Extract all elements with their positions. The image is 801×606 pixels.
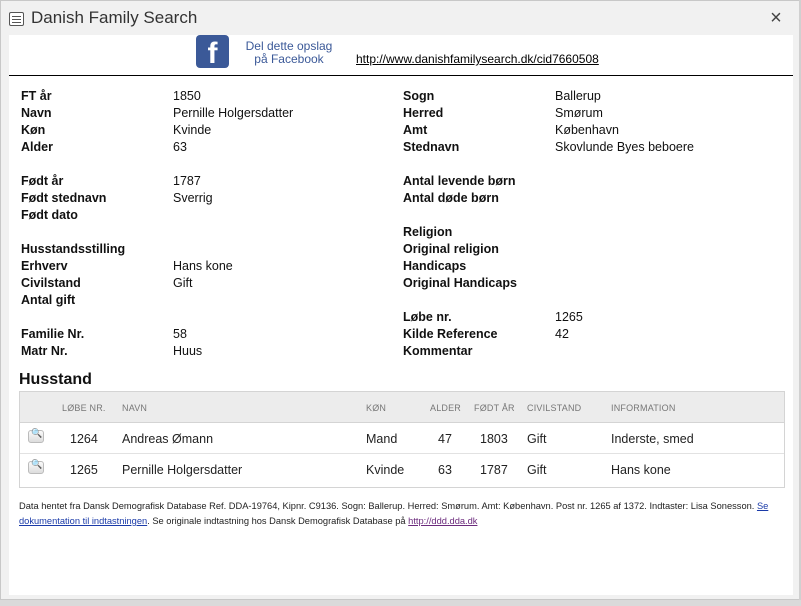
field-label: Familie Nr. bbox=[21, 327, 85, 341]
field-value: Pernille Holgersdatter bbox=[173, 106, 294, 120]
view-record-button[interactable]: 🔍 bbox=[28, 459, 44, 474]
field-label: Løbe nr. bbox=[403, 310, 452, 324]
cell-lobe-nr: 1264 bbox=[70, 432, 98, 446]
field-label: Antal gift bbox=[21, 293, 76, 307]
column-header-alder[interactable]: ALDER bbox=[430, 403, 461, 413]
field-value: 42 bbox=[555, 327, 569, 341]
field-value: Hans kone bbox=[173, 259, 233, 273]
magnifier-icon: 🔍 bbox=[31, 459, 43, 469]
column-header-fodt-ar[interactable]: FØDT ÅR bbox=[474, 403, 515, 413]
permalink-link[interactable]: http://www.danishfamilysearch.dk/cid7660… bbox=[356, 52, 599, 66]
field-value: Skovlunde Byes beboere bbox=[555, 140, 694, 154]
field-value: Sverrig bbox=[173, 191, 213, 205]
field-label: Handicaps bbox=[403, 259, 467, 273]
household-heading: Husstand bbox=[19, 371, 92, 388]
cell-information: Hans kone bbox=[611, 463, 671, 477]
field-label: Navn bbox=[21, 106, 52, 120]
record-dialog: Danish Family Search × f Del dette opsla… bbox=[0, 0, 800, 600]
source-note-text: Data hentet fra Dansk Demografisk Databa… bbox=[19, 501, 757, 511]
table-row[interactable]: 🔍 1264 Andreas Ømann Mand 47 1803 Gift I… bbox=[20, 423, 784, 454]
field-label: Kommentar bbox=[403, 344, 473, 358]
column-header-information[interactable]: INFORMATION bbox=[611, 403, 676, 413]
field-value: 1850 bbox=[173, 89, 201, 103]
field-label: Stednavn bbox=[403, 140, 460, 154]
column-header-lobe-nr[interactable]: LØBE NR. bbox=[62, 403, 106, 413]
view-record-button[interactable]: 🔍 bbox=[28, 428, 44, 443]
field-label: Husstandsstilling bbox=[21, 242, 126, 256]
window-title: Danish Family Search bbox=[31, 8, 198, 27]
cell-alder: 63 bbox=[438, 463, 452, 477]
facebook-share-link[interactable]: Del dette opslag på Facebook bbox=[237, 40, 341, 66]
field-label: Amt bbox=[403, 123, 428, 137]
field-label: Køn bbox=[21, 123, 46, 137]
source-note-text-2: . Se originale indtastning hos Dansk Dem… bbox=[147, 516, 409, 526]
field-label: Antal døde børn bbox=[403, 191, 499, 205]
field-label: Antal levende børn bbox=[403, 174, 516, 188]
column-header-kon[interactable]: KØN bbox=[366, 403, 386, 413]
cell-lobe-nr: 1265 bbox=[70, 463, 98, 477]
document-icon bbox=[9, 12, 24, 26]
field-label: Sogn bbox=[403, 89, 435, 103]
cell-fodt-ar: 1803 bbox=[480, 432, 508, 446]
column-header-civilstand[interactable]: CIVILSTAND bbox=[527, 403, 581, 413]
household-table: LØBE NR. NAVN KØN ALDER FØDT ÅR CIVILSTA… bbox=[19, 391, 785, 488]
facebook-share-line2: på Facebook bbox=[254, 52, 324, 66]
cell-kon: Mand bbox=[366, 432, 398, 446]
field-label: Født dato bbox=[21, 208, 78, 222]
field-label: Født år bbox=[21, 174, 64, 188]
source-note: Data hentet fra Dansk Demografisk Databa… bbox=[19, 499, 787, 529]
field-value: Smørum bbox=[555, 106, 603, 120]
cell-fodt-ar: 1787 bbox=[480, 463, 508, 477]
field-value: 1265 bbox=[555, 310, 583, 324]
cell-navn: Andreas Ømann bbox=[122, 432, 214, 446]
ddd-link[interactable]: http://ddd.dda.dk bbox=[408, 516, 477, 526]
table-row[interactable]: 🔍 1265 Pernille Holgersdatter Kvinde 63 … bbox=[20, 454, 784, 485]
dialog-content: f Del dette opslag på Facebook http://ww… bbox=[9, 35, 793, 595]
cell-information: Inderste, smed bbox=[611, 432, 694, 446]
close-button[interactable]: × bbox=[765, 7, 787, 29]
field-label: Matr Nr. bbox=[21, 344, 68, 358]
field-label: Herred bbox=[403, 106, 444, 120]
field-label: Original Handicaps bbox=[403, 276, 517, 290]
field-value: 63 bbox=[173, 140, 187, 154]
magnifier-icon: 🔍 bbox=[31, 428, 43, 438]
window-bottom-strip bbox=[0, 600, 801, 606]
field-label: Religion bbox=[403, 225, 453, 239]
title-bar: Danish Family Search × bbox=[1, 1, 799, 35]
field-value: Huus bbox=[173, 344, 203, 358]
cell-civilstand: Gift bbox=[527, 463, 547, 477]
cell-navn: Pernille Holgersdatter bbox=[122, 463, 243, 477]
cell-kon: Kvinde bbox=[366, 463, 405, 477]
field-label: Civilstand bbox=[21, 276, 81, 290]
field-label: Original religion bbox=[403, 242, 499, 256]
field-value: Ballerup bbox=[555, 89, 601, 103]
cell-civilstand: Gift bbox=[527, 432, 547, 446]
field-value: Kvinde bbox=[173, 123, 212, 137]
field-label: Kilde Reference bbox=[403, 327, 498, 341]
field-value: 1787 bbox=[173, 174, 201, 188]
field-value: København bbox=[555, 123, 619, 137]
field-label: FT år bbox=[21, 89, 52, 103]
field-value: Gift bbox=[173, 276, 193, 290]
field-value: 58 bbox=[173, 327, 187, 341]
field-label: Alder bbox=[21, 140, 53, 154]
column-header-navn[interactable]: NAVN bbox=[122, 403, 147, 413]
field-label: Erhverv bbox=[21, 259, 68, 273]
cell-alder: 47 bbox=[438, 432, 452, 446]
field-label: Født stednavn bbox=[21, 191, 107, 205]
facebook-icon[interactable]: f bbox=[196, 35, 229, 68]
share-bar: f Del dette opslag på Facebook http://ww… bbox=[9, 35, 793, 76]
table-header: LØBE NR. NAVN KØN ALDER FØDT ÅR CIVILSTA… bbox=[20, 392, 784, 423]
